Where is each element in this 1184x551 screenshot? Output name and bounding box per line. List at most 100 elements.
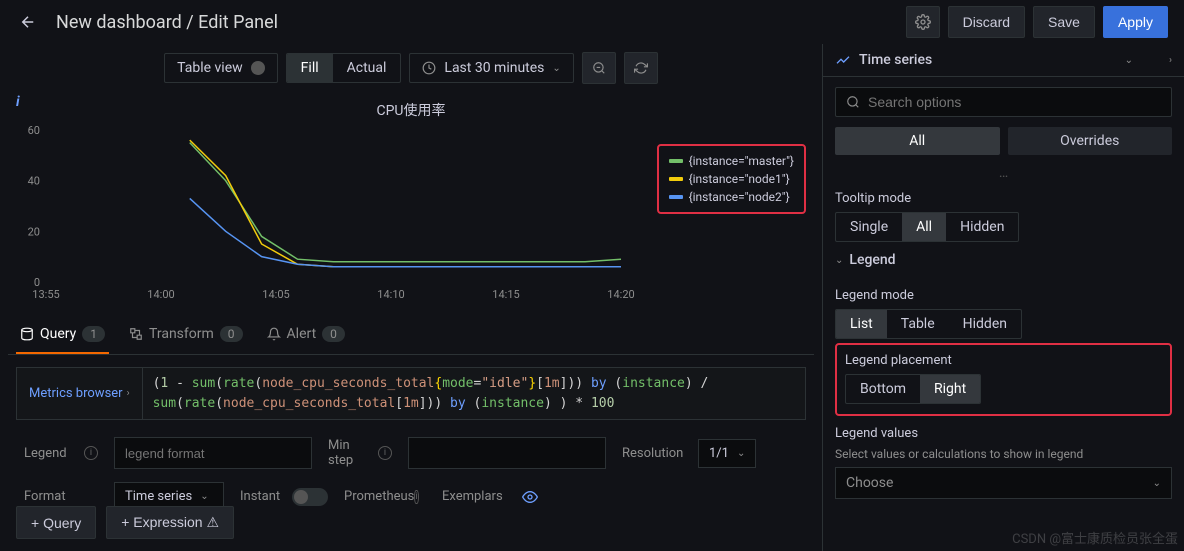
gear-icon — [915, 14, 931, 30]
legend-placement-group: Bottom Right — [845, 374, 981, 404]
tab-transform[interactable]: Transform 0 — [125, 320, 247, 354]
chevron-down-icon: ⌄ — [1153, 478, 1161, 489]
tab-query-count: 1 — [82, 326, 105, 342]
chart-canvas[interactable]: 020406013:5514:0014:0514:1014:1514:20 — [16, 124, 647, 304]
instant-switch[interactable] — [292, 488, 328, 506]
legend-values-label: Legend values — [835, 426, 1172, 441]
chevron-down-icon: ⌄ — [1125, 55, 1133, 66]
tab-alert[interactable]: Alert 0 — [263, 320, 349, 354]
options-tab-overrides[interactable]: Overrides — [1008, 127, 1173, 155]
chart-icon — [835, 52, 851, 68]
chevron-right-icon[interactable]: › — [1169, 55, 1172, 66]
legend-item[interactable]: {instance="node1"} — [669, 170, 794, 188]
legend-mode-group: List Table Hidden — [835, 309, 1022, 339]
tab-query-label: Query — [40, 326, 76, 342]
legend-format-input[interactable] — [114, 437, 312, 469]
prometheus-label: Prometheusi — [336, 483, 426, 510]
legend-placement-right[interactable]: Right — [920, 375, 980, 403]
svg-text:14:05: 14:05 — [262, 288, 289, 301]
transform-icon — [129, 327, 143, 341]
visualization-picker[interactable]: Time series ⌄ › — [823, 44, 1184, 77]
settings-button[interactable] — [906, 6, 940, 38]
warning-icon: ⚠ — [206, 514, 219, 530]
metrics-browser-button[interactable]: Metrics browser › — [17, 368, 143, 419]
add-expression-button[interactable]: + Expression ⚠ — [106, 506, 234, 539]
zoom-out-button[interactable] — [582, 52, 616, 84]
tab-transform-count: 0 — [220, 326, 243, 342]
legend-item[interactable]: {instance="master"} — [669, 152, 794, 170]
more-above-indicator: … — [835, 165, 1172, 181]
visualization-type-label: Time series — [859, 52, 1117, 68]
tooltip-single[interactable]: Single — [836, 213, 902, 241]
info-icon[interactable]: i — [414, 490, 418, 504]
refresh-icon — [634, 61, 648, 75]
chart-legend: {instance="master"}{instance="node1"}{in… — [657, 144, 806, 214]
legend-values-hint: Select values or calculations to show in… — [835, 447, 1172, 461]
page-title: New dashboard / Edit Panel — [56, 12, 906, 33]
tooltip-hidden[interactable]: Hidden — [946, 213, 1018, 241]
legend-mode-list[interactable]: List — [836, 310, 887, 338]
tooltip-mode-label: Tooltip mode — [835, 191, 1172, 206]
legend-field-label: Legendi — [16, 440, 106, 467]
legend-values-select[interactable]: Choose ⌄ — [835, 467, 1172, 499]
toggle-dot-icon — [251, 61, 265, 75]
actual-option[interactable]: Actual — [333, 54, 401, 82]
svg-text:14:20: 14:20 — [607, 288, 634, 301]
tab-alert-count: 0 — [322, 326, 345, 342]
legend-placement-bottom[interactable]: Bottom — [846, 375, 920, 403]
legend-mode-table[interactable]: Table — [887, 310, 949, 338]
legend-mode-hidden[interactable]: Hidden — [949, 310, 1021, 338]
fill-option[interactable]: Fill — [287, 54, 333, 82]
min-step-label: Min stepi — [320, 432, 400, 474]
svg-text:20: 20 — [28, 225, 40, 238]
legend-section-header[interactable]: ⌄ Legend — [835, 242, 1172, 278]
tab-transform-label: Transform — [149, 326, 214, 342]
chevron-right-icon: › — [127, 388, 130, 399]
resolution-select[interactable]: 1/1⌄ — [698, 439, 756, 468]
table-view-label: Table view — [177, 60, 243, 76]
exemplars-label: Exemplars — [434, 483, 514, 510]
legend-placement-highlight: Legend placement Bottom Right — [835, 343, 1172, 416]
info-icon[interactable]: i — [84, 446, 98, 460]
bell-icon — [267, 327, 281, 341]
zoom-out-icon — [592, 61, 606, 75]
add-query-button[interactable]: + Query — [16, 506, 96, 539]
legend-placement-label: Legend placement — [845, 353, 1162, 368]
svg-text:14:15: 14:15 — [492, 288, 519, 301]
min-step-input[interactable] — [408, 437, 606, 469]
legend-item[interactable]: {instance="node2"} — [669, 188, 794, 206]
tab-query[interactable]: Query 1 — [16, 320, 109, 354]
refresh-button[interactable] — [624, 52, 658, 84]
chevron-down-icon: ⌄ — [552, 63, 560, 74]
options-tab-all[interactable]: All — [835, 127, 1000, 155]
clock-icon — [422, 61, 436, 75]
legend-mode-label: Legend mode — [835, 288, 1172, 303]
chevron-down-icon: ⌄ — [835, 255, 843, 266]
apply-button[interactable]: Apply — [1103, 6, 1168, 38]
search-options-box[interactable] — [835, 87, 1172, 117]
info-icon[interactable]: i — [378, 446, 392, 460]
database-icon — [20, 327, 34, 341]
tooltip-mode-group: Single All Hidden — [835, 212, 1019, 242]
search-options-input[interactable] — [868, 94, 1161, 110]
back-arrow[interactable] — [16, 10, 40, 34]
fill-actual-group: Fill Actual — [286, 53, 402, 83]
discard-button[interactable]: Discard — [948, 6, 1025, 38]
search-icon — [846, 95, 860, 109]
svg-text:14:10: 14:10 — [377, 288, 404, 301]
time-range-picker[interactable]: Last 30 minutes ⌄ — [409, 53, 573, 83]
tooltip-all[interactable]: All — [902, 213, 946, 241]
svg-text:40: 40 — [28, 175, 40, 188]
info-icon[interactable]: i — [16, 94, 20, 110]
save-button[interactable]: Save — [1033, 6, 1095, 38]
tab-alert-label: Alert — [287, 326, 317, 342]
resolution-label: Resolution — [614, 440, 690, 467]
time-range-label: Last 30 minutes — [444, 60, 544, 76]
svg-text:60: 60 — [28, 124, 40, 137]
table-view-toggle[interactable]: Table view — [164, 53, 278, 83]
exemplars-eye-icon[interactable] — [522, 489, 538, 505]
svg-text:13:55: 13:55 — [32, 288, 59, 301]
svg-text:14:00: 14:00 — [147, 288, 174, 301]
query-expression[interactable]: (1 - sum(rate(node_cpu_seconds_total{mod… — [143, 368, 719, 419]
chart-title: CPU使用率 — [16, 96, 806, 124]
